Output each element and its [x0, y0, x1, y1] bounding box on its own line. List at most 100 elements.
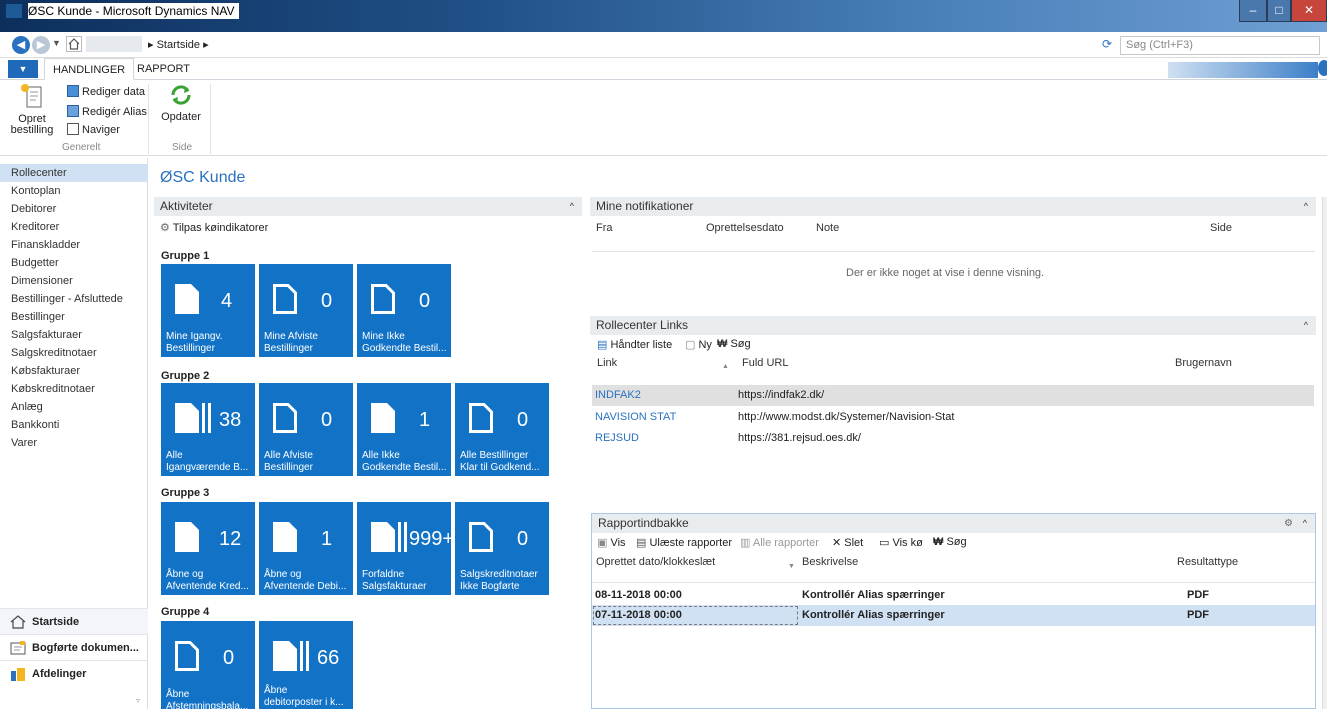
refresh-icon[interactable]: ⟳	[1102, 37, 1112, 51]
nav-item-dimensioner[interactable]: Dimensioner	[0, 272, 148, 290]
settings-icon[interactable]: ⚙	[1284, 514, 1293, 533]
nav-bogforte-label: Bogførte dokumen...	[32, 642, 139, 654]
nav-afdelinger-label: Afdelinger	[32, 668, 87, 680]
nav-item-kontoplan[interactable]: Kontoplan	[0, 182, 148, 200]
tile-caption: Alle Bestillinger Klar til Godkend...	[460, 450, 540, 473]
unread-reports-button[interactable]: ▤ Ulæste rapporter	[636, 536, 732, 549]
nav-item-salgskreditnotaer[interactable]: Salgskreditnotaer	[0, 344, 148, 362]
new-link-button[interactable]: ▢ Ny	[685, 338, 712, 351]
breadcrumb-startside[interactable]: Startside	[157, 39, 200, 51]
nav-item-bankkonti[interactable]: Bankkonti	[0, 416, 148, 434]
search-input[interactable]: Søg (Ctrl+F3)	[1120, 36, 1320, 55]
nav-startside[interactable]: Startside	[0, 608, 148, 634]
link-cell[interactable]: NAVISION STAT	[595, 411, 676, 423]
col-beskrivelse[interactable]: Beskrivelse	[802, 556, 858, 568]
customize-cues-label: Tilpas køindikatorer	[172, 222, 269, 234]
tile-abne-afventende-kred[interactable]: 12 Åbne og Afventende Kred...	[161, 502, 255, 595]
document-stack-icon	[371, 522, 407, 552]
all-reports-button[interactable]: ▥ Alle rapporter	[740, 536, 819, 549]
breadcrumb-separator: ▸	[203, 39, 209, 51]
group-side-label: Side	[172, 142, 193, 153]
app-menu-button[interactable]: ▼	[8, 60, 38, 78]
nav-item-kreditorer[interactable]: Kreditorer	[0, 218, 148, 236]
nav-item-anlaeg[interactable]: Anlæg	[0, 398, 148, 416]
tile-count: 0	[517, 409, 529, 431]
tile-mine-igangv-bestillinger[interactable]: 4 Mine Igangv. Bestillinger	[161, 264, 255, 357]
tile-abne-afventende-debi[interactable]: 1 Åbne og Afventende Debi...	[259, 502, 353, 595]
collapse-icon[interactable]: ^	[1304, 316, 1308, 335]
link-cell[interactable]: INDFAK2	[595, 389, 641, 401]
nav-bogforte-dokumenter[interactable]: Bogførte dokumen...	[0, 634, 148, 660]
search-links-button[interactable]: ₩ Søg	[717, 338, 751, 350]
nav-expand-icon[interactable]: ▿	[136, 696, 140, 705]
forward-button[interactable]: ▶	[32, 36, 50, 54]
rediger-alias-button[interactable]: Redigér Alias	[67, 105, 147, 118]
tile-count: 999+	[409, 528, 455, 550]
rediger-data-button[interactable]: Rediger data	[67, 85, 145, 98]
tile-alle-bestillinger-klar[interactable]: 0 Alle Bestillinger Klar til Godkend...	[455, 383, 549, 476]
col-fra[interactable]: Fra	[596, 222, 613, 234]
history-dropdown-icon[interactable]: ▼	[52, 38, 61, 48]
tile-count: 1	[321, 528, 333, 550]
app-logo-icon	[6, 4, 22, 18]
collapse-icon[interactable]: ^	[1303, 514, 1307, 533]
maximize-button[interactable]: □	[1267, 0, 1291, 22]
tile-count: 4	[221, 290, 233, 312]
col-oprettelsesdato[interactable]: Oprettelsesdato	[706, 222, 784, 234]
opret-bestilling-button[interactable]: Opret bestilling	[6, 82, 58, 144]
nav-item-varer[interactable]: Varer	[0, 434, 148, 452]
minimize-button[interactable]: –	[1239, 0, 1267, 22]
nav-item-bestillinger[interactable]: Bestillinger	[0, 308, 148, 326]
col-fuld-url[interactable]: Fuld URL	[742, 357, 788, 369]
delete-button[interactable]: ✕ Slet	[832, 536, 863, 549]
col-side[interactable]: Side	[1210, 222, 1232, 234]
col-brugernavn[interactable]: Brugernavn	[1175, 357, 1232, 369]
tile-mine-afviste-bestillinger[interactable]: 0 Mine Afviste Bestillinger	[259, 264, 353, 357]
opdater-button[interactable]: Opdater	[158, 82, 204, 123]
col-note[interactable]: Note	[816, 222, 839, 234]
nav-item-rollecenter[interactable]: Rollecenter	[0, 164, 148, 182]
ribbon-tabs: ▼ HANDLINGER RAPPORT	[0, 58, 1327, 80]
table-row-selected[interactable]	[592, 385, 1314, 406]
tile-abne-afstemningsbalancer[interactable]: 0 Åbne Afstemningsbala...	[161, 621, 255, 712]
nav-item-kobskreditnotaer[interactable]: Købskreditnotaer	[0, 380, 148, 398]
nav-afdelinger[interactable]: Afdelinger	[0, 660, 148, 686]
vis-button[interactable]: ▣ Vis	[597, 536, 626, 549]
tile-salgskreditnotaer-ikke-bogforte[interactable]: 0 Salgskreditnotaer Ikke Bogførte	[455, 502, 549, 595]
customize-cues-button[interactable]: ⚙ Tilpas køindikatorer	[160, 221, 268, 234]
naviger-button[interactable]: Naviger	[67, 123, 120, 136]
close-button[interactable]: ✕	[1291, 0, 1327, 22]
tile-mine-ikke-godkendte[interactable]: 0 Mine Ikke Godkendte Bestil...	[357, 264, 451, 357]
help-icon[interactable]	[1318, 60, 1327, 76]
home-button[interactable]	[66, 36, 82, 52]
nav-item-debitorer[interactable]: Debitorer	[0, 200, 148, 218]
nav-item-finanskladder[interactable]: Finanskladder	[0, 236, 148, 254]
col-resultattype[interactable]: Resultattype	[1177, 556, 1238, 568]
manage-list-button[interactable]: ▤ Håndter liste	[597, 338, 672, 351]
queue-icon: ▭	[879, 537, 890, 549]
tab-handlinger[interactable]: HANDLINGER	[44, 58, 135, 80]
col-oprettet-dato[interactable]: Oprettet dato/klokkeslæt	[596, 556, 715, 568]
filter-icon: ▤	[636, 537, 647, 549]
breadcrumb-company[interactable]	[86, 36, 142, 52]
collapse-icon[interactable]: ^	[1304, 197, 1308, 216]
tile-alle-igangvaerende[interactable]: 38 Alle Igangværende B...	[161, 383, 255, 476]
collapse-icon[interactable]: ^	[570, 197, 574, 216]
nav-item-kobsfakturaer[interactable]: Købsfakturaer	[0, 362, 148, 380]
tile-alle-afviste[interactable]: 0 Alle Afviste Bestillinger	[259, 383, 353, 476]
tab-rapport[interactable]: RAPPORT	[129, 58, 198, 80]
tile-alle-ikke-godkendte[interactable]: 1 Alle Ikke Godkendte Bestil...	[357, 383, 451, 476]
nav-item-budgetter[interactable]: Budgetter	[0, 254, 148, 272]
nav-item-salgsfakturaer[interactable]: Salgsfakturaer	[0, 326, 148, 344]
search-reports-button[interactable]: ₩ Søg	[933, 536, 967, 548]
tile-forfaldne-salgsfakturaer[interactable]: 999+ Forfaldne Salgsfakturaer	[357, 502, 455, 595]
col-link[interactable]: Link	[597, 357, 617, 369]
vertical-scrollbar[interactable]	[1322, 197, 1327, 709]
view-queue-button[interactable]: ▭ Vis kø	[879, 536, 923, 549]
link-cell[interactable]: REJSUD	[595, 432, 639, 444]
back-button[interactable]: ◀	[12, 36, 30, 54]
activities-title: Aktiviteter	[160, 199, 213, 213]
nav-item-bestillinger-afsluttede[interactable]: Bestillinger - Afsluttede	[0, 290, 148, 308]
description-cell: Kontrollér Alias spærringer	[802, 609, 945, 621]
tile-abne-debitorposter[interactable]: 66 Åbne debitorposter i k...	[259, 621, 353, 709]
